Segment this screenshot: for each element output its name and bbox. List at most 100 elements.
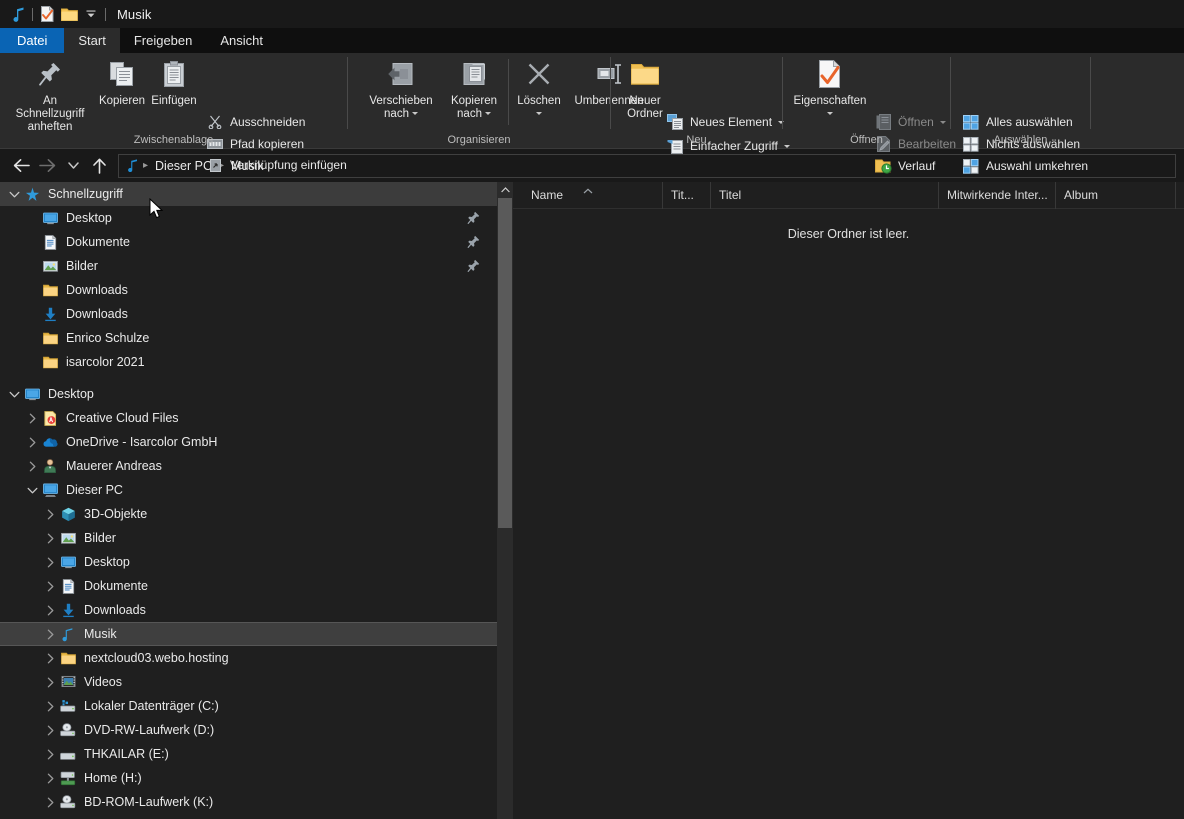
tab-datei[interactable]: Datei — [0, 28, 65, 53]
tree-item-home-h[interactable]: Home (H:) — [0, 766, 513, 790]
history-button[interactable]: Verlauf — [873, 155, 935, 177]
new-folder-icon — [617, 57, 673, 91]
tab-ansicht[interactable]: Ansicht — [206, 28, 277, 53]
new-folder-icon[interactable] — [58, 3, 80, 25]
tree-item-musik[interactable]: Musik — [0, 622, 513, 646]
open-label: Öffnen — [898, 115, 934, 129]
history-icon — [873, 157, 893, 175]
scrollbar-thumb[interactable] — [498, 198, 512, 528]
recent-locations-button[interactable] — [60, 153, 86, 179]
copy-to-button[interactable]: Kopieren nach — [444, 57, 504, 121]
column-header-album[interactable]: Album — [1056, 181, 1176, 209]
tree-item-desktop[interactable]: Desktop — [0, 382, 513, 406]
chevron-right-icon[interactable] — [42, 646, 58, 670]
tree-chevron-none — [24, 326, 40, 350]
chevron-right-icon[interactable] — [42, 790, 58, 814]
chevron-right-icon[interactable] — [42, 766, 58, 790]
pin-to-quick-access-button[interactable]: An Schnellzugriff anheften — [12, 57, 88, 134]
scissors-icon — [205, 113, 225, 131]
tree-item-mauerer-andreas[interactable]: Mauerer Andreas — [0, 454, 513, 478]
column-header-filler — [1176, 182, 1184, 209]
chevron-right-icon[interactable] — [42, 502, 58, 526]
tree-item-dokumente[interactable]: Dokumente — [0, 230, 513, 254]
properties-button[interactable]: Eigenschaften — [787, 57, 873, 121]
chevron-down-icon[interactable] — [6, 182, 22, 206]
tab-start[interactable]: Start — [64, 28, 120, 53]
tree-item-desktop[interactable]: Desktop — [0, 550, 513, 574]
tree-item-desktop[interactable]: Desktop — [0, 206, 513, 230]
downloads-icon — [58, 598, 78, 622]
tree-item-downloads[interactable]: Downloads — [0, 278, 513, 302]
paste-button[interactable]: Einfügen — [148, 57, 200, 108]
column-header-mitwirkende-inter[interactable]: Mitwirkende Inter... — [939, 181, 1056, 209]
navigation-scrollbar[interactable] — [497, 182, 513, 819]
column-header-titel[interactable]: Titel — [711, 181, 939, 209]
tree-item-3d-objekte[interactable]: 3D-Objekte — [0, 502, 513, 526]
customize-quick-access-icon[interactable] — [80, 3, 102, 25]
copy-to-icon — [444, 57, 504, 91]
properties-icon[interactable] — [36, 3, 58, 25]
pin-icon[interactable] — [467, 259, 481, 273]
move-to-button[interactable]: Verschieben nach — [362, 57, 440, 121]
pictures-icon — [58, 526, 78, 550]
chevron-right-icon[interactable] — [42, 622, 58, 646]
tree-item-enrico-schulze[interactable]: Enrico Schulze — [0, 326, 513, 350]
chevron-right-icon[interactable] — [42, 670, 58, 694]
tree-chevron-none — [24, 206, 40, 230]
tree-item-thkailar-e[interactable]: THKAILAR (E:) — [0, 742, 513, 766]
tree-item-label: Downloads — [66, 283, 128, 297]
invert-selection-button[interactable]: Auswahl umkehren — [961, 155, 1088, 177]
copy-to-label-line1: Kopieren — [450, 95, 498, 107]
new-item-button[interactable]: Neues Element — [665, 111, 785, 133]
chevron-right-icon[interactable] — [42, 550, 58, 574]
select-all-button[interactable]: Alles auswählen — [961, 111, 1073, 133]
chevron-down-icon[interactable] — [24, 478, 40, 502]
breadcrumb-music-icon[interactable] — [125, 159, 140, 172]
chevron-right-icon[interactable] — [24, 406, 40, 430]
tree-item-bilder[interactable]: Bilder — [0, 526, 513, 550]
chevron-right-icon[interactable] — [42, 718, 58, 742]
invert-selection-icon — [961, 157, 981, 175]
chevron-right-icon[interactable] — [42, 598, 58, 622]
column-header-name[interactable]: Name — [513, 181, 663, 209]
tree-item-dieser-pc[interactable]: Dieser PC — [0, 478, 513, 502]
ribbon-group-organize: Verschieben nach Kopieren nach Löschen U… — [348, 53, 644, 149]
tab-freigeben[interactable]: Freigeben — [120, 28, 207, 53]
tree-item-nextcloud03-webo-hosting[interactable]: nextcloud03.webo.hosting — [0, 646, 513, 670]
tree-item-downloads[interactable]: Downloads — [0, 598, 513, 622]
tree-item-isarcolor-2021[interactable]: isarcolor 2021 — [0, 350, 513, 374]
paste-shortcut-button[interactable]: Verknüpfung einfügen — [205, 154, 347, 176]
scroll-up-button[interactable] — [497, 182, 513, 198]
tree-item-bilder[interactable]: Bilder — [0, 254, 513, 278]
tree-item-downloads[interactable]: Downloads — [0, 302, 513, 326]
chevron-right-icon[interactable] — [42, 526, 58, 550]
copy-button[interactable]: Kopieren — [96, 57, 148, 108]
optical-drive-icon — [58, 790, 78, 814]
delete-button[interactable]: Löschen — [513, 57, 565, 121]
chevron-right-icon[interactable] — [24, 454, 40, 478]
tree-item-bd-rom-laufwerk-k[interactable]: BD-ROM-Laufwerk (K:) — [0, 790, 513, 814]
pin-icon[interactable] — [467, 235, 481, 249]
tree-item-creative-cloud-files[interactable]: Creative Cloud Files — [0, 406, 513, 430]
tree-item-videos[interactable]: Videos — [0, 670, 513, 694]
chevron-right-icon[interactable] — [42, 694, 58, 718]
back-button[interactable] — [8, 153, 34, 179]
chevron-right-icon[interactable] — [42, 742, 58, 766]
open-button[interactable]: Öffnen — [873, 111, 946, 133]
tree-item-lokaler-datentr-ger-c[interactable]: Lokaler Datenträger (C:) — [0, 694, 513, 718]
column-header-label: Mitwirkende Inter... — [947, 188, 1048, 202]
tree-item-dokumente[interactable]: Dokumente — [0, 574, 513, 598]
cut-button[interactable]: Ausschneiden — [205, 111, 305, 133]
tree-item-dvd-rw-laufwerk-d[interactable]: DVD-RW-Laufwerk (D:) — [0, 718, 513, 742]
downloads-icon — [40, 302, 60, 326]
group-label-new: Neu — [686, 134, 707, 146]
pin-icon[interactable] — [467, 211, 481, 225]
tree-item-schnellzugriff[interactable]: Schnellzugriff — [0, 182, 513, 206]
forward-button[interactable] — [34, 153, 60, 179]
chevron-right-icon[interactable] — [42, 574, 58, 598]
column-header-tit[interactable]: Tit... — [663, 181, 711, 209]
tree-item-onedrive-isarcolor-gmbh[interactable]: OneDrive - Isarcolor GmbH — [0, 430, 513, 454]
chevron-down-icon[interactable] — [6, 382, 22, 406]
up-button[interactable] — [86, 153, 112, 179]
chevron-right-icon[interactable] — [24, 430, 40, 454]
